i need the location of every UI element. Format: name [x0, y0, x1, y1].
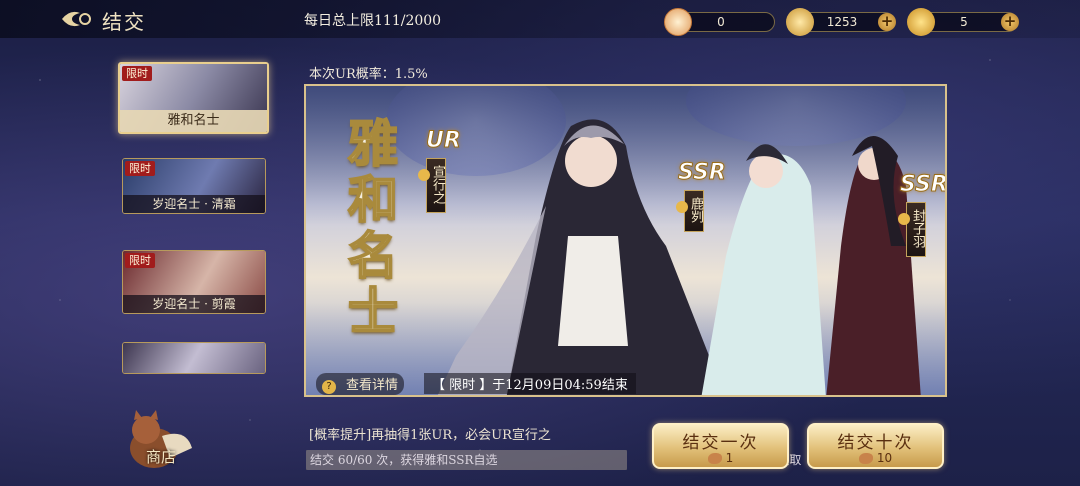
draw-ten-button[interactable]: 结交十次 10 — [807, 423, 944, 469]
draw-once-button[interactable]: 结交一次 1 — [652, 423, 789, 469]
banner-calligraphy-title: 雅和名士 — [347, 114, 399, 341]
daily-limit: 每日总上限111/2000 — [304, 13, 442, 29]
char-plate-ssr-2[interactable]: 封子羽 — [898, 202, 926, 257]
banner-item-qingshuang[interactable]: 限时 岁迎名士 · 清霜 — [122, 158, 266, 214]
ticket-icon — [664, 8, 692, 36]
limited-time-info: 【 限时 】于12月09日04:59结束 — [424, 373, 636, 394]
banner-item-yahe[interactable]: 限时 雅和名士 — [118, 62, 269, 134]
rarity-ssr: SSR — [678, 160, 727, 186]
limited-tag: 限时 — [125, 253, 155, 268]
limited-tag: 限时 — [122, 66, 152, 81]
banner-label: 雅和名士 — [120, 110, 267, 132]
draw-once-label: 结交一次 — [682, 433, 759, 453]
rate-boost-text: [概率提升]再抽得1张UR，必会UR宣行之 — [309, 428, 551, 443]
ingot-icon — [907, 8, 935, 36]
magnify-icon: ? — [322, 380, 336, 394]
page-title: 结交 — [102, 10, 146, 34]
feather-icon — [786, 8, 814, 36]
currency-feather: 1253 + — [786, 8, 896, 36]
magnify-icon — [676, 201, 688, 213]
currency-ticket: 0 — [664, 8, 775, 36]
ur-rate-text: 本次UR概率：1.5% — [309, 67, 428, 82]
banner-art — [123, 343, 265, 373]
add-feather-button[interactable]: + — [878, 13, 896, 31]
currency-ingot: 5 + — [907, 8, 1019, 36]
banner-label: 岁迎名士 · 剪霞 — [123, 295, 265, 313]
banner-label: 岁迎名士 · 清霜 — [123, 195, 265, 213]
char-plate-ur[interactable]: 宣行之 — [418, 158, 446, 213]
char-plate-ssr-1[interactable]: 鹿刿 — [676, 190, 704, 232]
back-button[interactable] — [58, 7, 94, 31]
char-name: 鹿刿 — [688, 197, 703, 223]
back-arrow-icon — [62, 11, 91, 27]
magnify-icon — [418, 169, 430, 181]
progress-text: 结交 60/60 次，获得雅和SSR自选 — [310, 453, 498, 467]
char-name: 宣行之 — [430, 165, 445, 204]
add-ingot-button[interactable]: + — [1001, 13, 1019, 31]
ticket-icon — [707, 453, 722, 464]
char-name: 封子羽 — [910, 209, 925, 248]
draw-once-cost: 1 — [654, 451, 787, 465]
ticket-icon — [858, 453, 873, 464]
banner-item-more[interactable] — [122, 342, 266, 374]
view-details-button[interactable]: ? 查看详情 — [316, 373, 405, 395]
draw-ten-cost: 10 — [809, 451, 942, 465]
shop-label: 商店 — [145, 448, 176, 466]
pity-progress-bar: 结交 60/60 次，获得雅和SSR自选 已领取 — [306, 450, 801, 470]
rarity-ssr: SSR — [900, 172, 947, 198]
limited-tag: 限时 — [125, 161, 155, 176]
rarity-ur: UR — [426, 128, 462, 154]
draw-ten-label: 结交十次 — [837, 433, 914, 453]
banner-item-jianxia[interactable]: 限时 岁迎名士 · 剪霞 — [122, 250, 266, 314]
featured-banner: 雅和名士 UR 宣行之 SSR 鹿刿 SSR 封子羽 ? 查看详情 【 限时 】于… — [304, 84, 947, 397]
magnify-icon — [898, 213, 910, 225]
top-bar: 结交 每日总上限111/2000 0 1253 + 5 + — [0, 0, 1080, 38]
